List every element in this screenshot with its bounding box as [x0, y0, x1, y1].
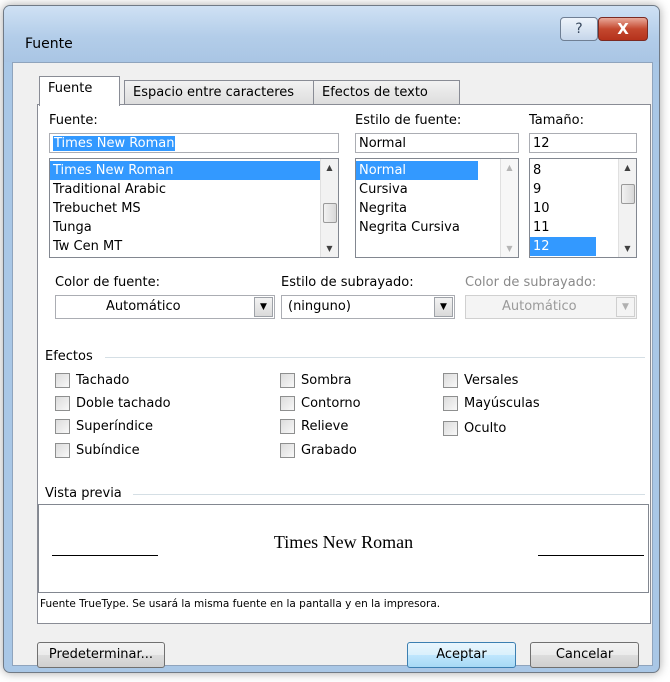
- checkbox-sombra[interactable]: Sombra: [280, 373, 351, 391]
- underline-style-select[interactable]: (ninguno) ▼: [281, 295, 455, 319]
- close-button[interactable]: X: [598, 17, 648, 41]
- preview-label: Vista previa: [45, 486, 122, 501]
- checkbox-box[interactable]: [443, 373, 458, 388]
- style-list-scrollbar[interactable]: ▲ ▼: [500, 159, 518, 257]
- list-item[interactable]: Negrita Cursiva: [356, 218, 518, 237]
- chevron-down-icon[interactable]: ▼: [434, 297, 453, 317]
- preview-left-line: [52, 555, 158, 556]
- checkbox-mayusculas[interactable]: Mayúsculas: [443, 396, 540, 414]
- list-item[interactable]: Tw Cen MT: [50, 237, 338, 256]
- font-name-value: Times New Roman: [53, 136, 176, 151]
- scroll-up-icon[interactable]: ▲: [321, 159, 338, 176]
- list-item[interactable]: 12: [530, 237, 596, 256]
- preview-box: Times New Roman: [38, 504, 649, 593]
- checkbox-superindice[interactable]: Superíndice: [55, 419, 153, 437]
- effects-label: Efectos: [45, 349, 93, 364]
- checkbox-box[interactable]: [55, 443, 70, 458]
- font-color-select[interactable]: Automático ▼: [55, 295, 275, 319]
- list-item[interactable]: Cursiva: [356, 180, 518, 199]
- underline-color-value: Automático: [502, 299, 577, 314]
- size-label: Tamaño:: [529, 113, 584, 128]
- checkbox-box[interactable]: [280, 396, 295, 411]
- size-list-scrollbar[interactable]: ▲ ▼: [618, 159, 636, 257]
- underline-color-select: Automático ▼: [465, 295, 637, 319]
- checkbox-versales[interactable]: Versales: [443, 373, 518, 391]
- checkbox-box[interactable]: [55, 373, 70, 388]
- underline-style-label: Estilo de subrayado:: [281, 275, 414, 290]
- checkbox-oculto[interactable]: Oculto: [443, 421, 506, 439]
- size-list[interactable]: 8 9 10 11 12 ▲ ▼: [529, 158, 637, 258]
- font-name-input[interactable]: Times New Roman: [49, 133, 339, 153]
- ok-button[interactable]: Aceptar: [407, 642, 516, 668]
- scroll-up-icon[interactable]: ▲: [619, 159, 636, 176]
- checkbox-box[interactable]: [280, 373, 295, 388]
- effects-divider: [105, 357, 645, 358]
- help-button[interactable]: ?: [560, 17, 598, 41]
- checkbox-doble-tachado[interactable]: Doble tachado: [55, 396, 171, 414]
- underline-color-label: Color de subrayado:: [465, 275, 597, 290]
- list-item[interactable]: Negrita: [356, 199, 518, 218]
- style-list[interactable]: Normal Cursiva Negrita Negrita Cursiva ▲…: [355, 158, 519, 258]
- style-label: Estilo de fuente:: [355, 113, 462, 128]
- checkbox-box[interactable]: [280, 443, 295, 458]
- title-bar: Fuente ? X: [4, 6, 659, 62]
- checkbox-box[interactable]: [443, 421, 458, 436]
- style-input[interactable]: Normal: [355, 133, 519, 153]
- scroll-up-icon[interactable]: ▲: [501, 159, 518, 176]
- tab-fuente[interactable]: Fuente: [39, 76, 120, 106]
- font-color-value: Automático: [106, 299, 181, 314]
- underline-style-value: (ninguno): [288, 299, 351, 314]
- dialog-title: Fuente: [25, 36, 73, 52]
- cancel-button[interactable]: Cancelar: [530, 642, 639, 668]
- checkbox-contorno[interactable]: Contorno: [280, 396, 361, 414]
- checkbox-subindice[interactable]: Subíndice: [55, 443, 140, 461]
- checkbox-box[interactable]: [443, 396, 458, 411]
- scroll-down-icon[interactable]: ▼: [321, 240, 338, 257]
- chevron-down-icon: ▼: [616, 297, 635, 317]
- list-item[interactable]: Times New Roman: [50, 161, 321, 180]
- checkbox-grabado[interactable]: Grabado: [280, 443, 357, 461]
- list-item[interactable]: Normal: [356, 161, 478, 180]
- scroll-down-icon[interactable]: ▼: [501, 240, 518, 257]
- font-list[interactable]: Times New Roman Traditional Arabic Trebu…: [49, 158, 339, 258]
- tab-espacio-entre-caracteres[interactable]: Espacio entre caracteres: [124, 80, 314, 105]
- size-input[interactable]: 12: [529, 133, 637, 153]
- list-item[interactable]: Trebuchet MS: [50, 199, 338, 218]
- scroll-thumb[interactable]: [621, 184, 635, 204]
- font-list-scrollbar[interactable]: ▲ ▼: [320, 159, 338, 257]
- preview-divider: [133, 494, 645, 495]
- tab-efectos-de-texto[interactable]: Efectos de texto: [313, 80, 460, 105]
- checkbox-tachado[interactable]: Tachado: [55, 373, 129, 391]
- checkbox-box[interactable]: [55, 419, 70, 434]
- checkbox-box[interactable]: [280, 419, 295, 434]
- font-label: Fuente:: [49, 113, 98, 128]
- scroll-down-icon[interactable]: ▼: [619, 240, 636, 257]
- checkbox-relieve[interactable]: Relieve: [280, 419, 348, 437]
- checkbox-box[interactable]: [55, 396, 70, 411]
- font-dialog: Fuente ? X Espacio entre caracteres Efec…: [3, 5, 660, 673]
- preview-text: Times New Roman: [273, 532, 414, 552]
- font-color-label: Color de fuente:: [55, 275, 160, 290]
- preview-right-line: [538, 555, 644, 556]
- default-button[interactable]: Predeterminar...: [37, 642, 165, 668]
- preview-note: Fuente TrueType. Se usará la misma fuent…: [40, 598, 441, 610]
- scroll-thumb[interactable]: [323, 203, 337, 223]
- list-item[interactable]: Tunga: [50, 218, 338, 237]
- list-item[interactable]: Traditional Arabic: [50, 180, 338, 199]
- chevron-down-icon[interactable]: ▼: [254, 297, 273, 317]
